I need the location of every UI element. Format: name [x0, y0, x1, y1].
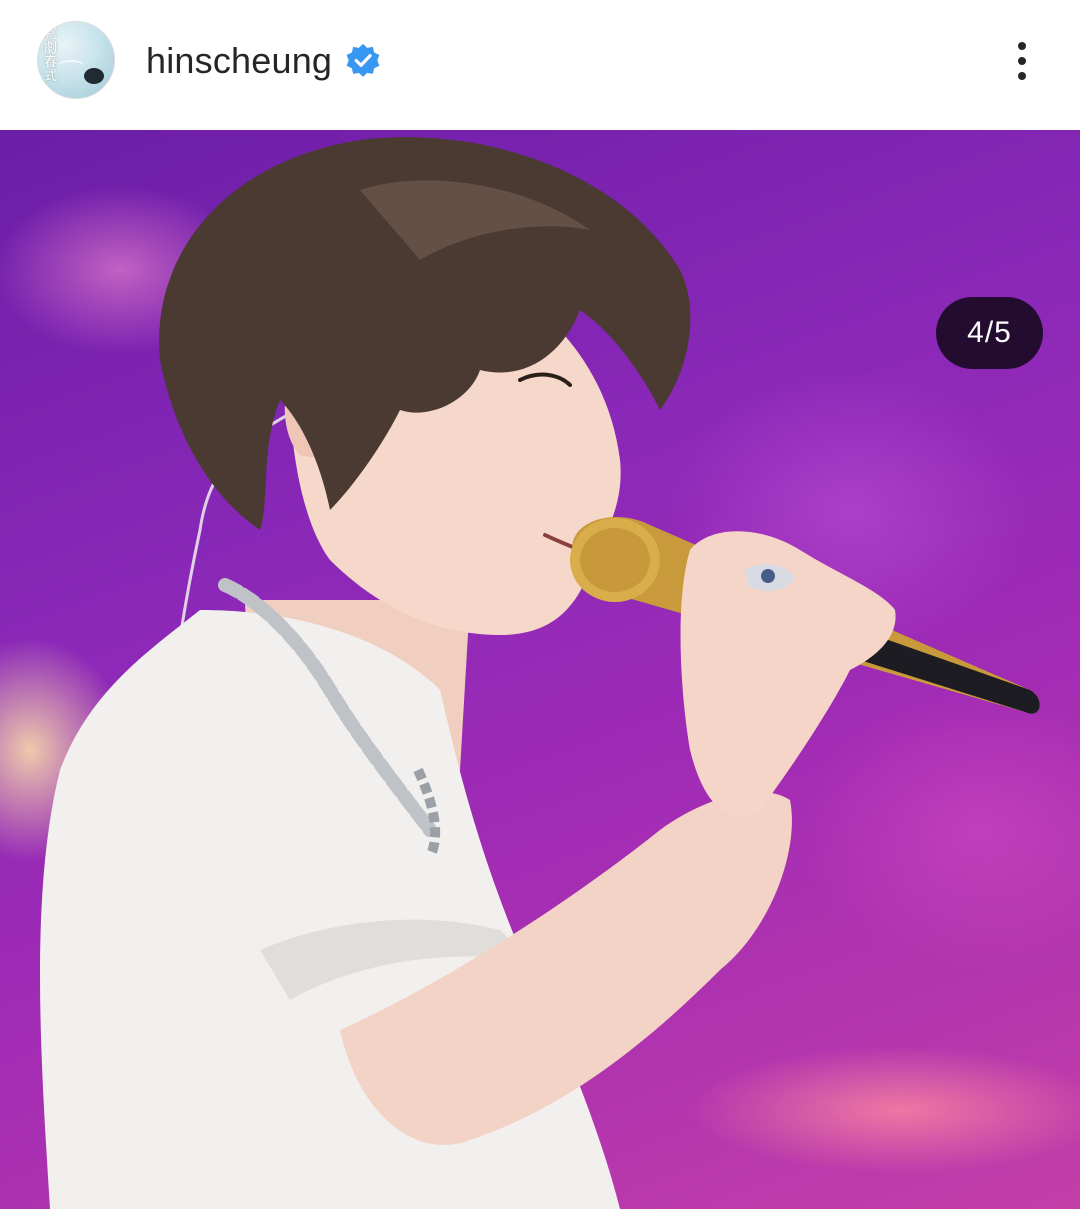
- avatar-brush-stroke: [58, 60, 84, 72]
- more-vertical-icon-dot: [1018, 57, 1026, 65]
- singer-photo-illustration: [40, 137, 1040, 1209]
- verified-badge-icon: [346, 43, 380, 77]
- avatar-figure: [84, 68, 104, 84]
- post-photo[interactable]: 4/5: [0, 130, 1080, 1209]
- avatar-logo-text: 寫劇春式: [44, 27, 58, 84]
- post-header: 寫劇春式 hinscheung: [0, 0, 1080, 130]
- media-counter-badge: 4/5: [936, 297, 1043, 369]
- more-options-button[interactable]: [1002, 36, 1042, 86]
- more-vertical-icon-dot: [1018, 72, 1026, 80]
- username[interactable]: hinscheung: [146, 40, 332, 82]
- more-vertical-icon: [1018, 42, 1026, 50]
- profile-avatar[interactable]: 寫劇春式: [37, 21, 115, 99]
